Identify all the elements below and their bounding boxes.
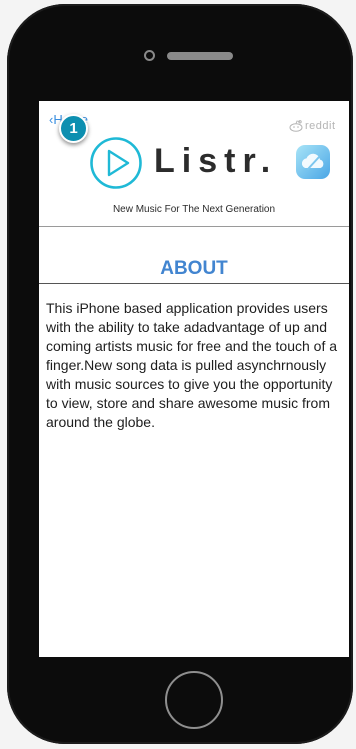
front-camera bbox=[144, 50, 155, 61]
about-title: ABOUT bbox=[160, 258, 228, 279]
home-button[interactable] bbox=[165, 671, 223, 729]
reddit-alien-icon bbox=[289, 120, 303, 132]
cloud-app-icon bbox=[296, 145, 330, 179]
tagline: New Music For The Next Generation bbox=[112, 204, 276, 215]
about-title-underline bbox=[39, 283, 349, 284]
reddit-link[interactable]: reddit bbox=[289, 120, 336, 132]
reddit-label: reddit bbox=[305, 120, 336, 132]
header-divider bbox=[39, 226, 349, 227]
app-screen: ‹Home 1 reddit Listr. bbox=[39, 101, 349, 657]
notification-badge[interactable]: 1 bbox=[59, 114, 88, 143]
phone-frame: ‹Home 1 reddit Listr. bbox=[7, 4, 353, 744]
about-body-text: This iPhone based application provides u… bbox=[46, 300, 338, 430]
play-circle-icon[interactable] bbox=[89, 136, 143, 190]
brand-name: Listr. bbox=[154, 142, 278, 180]
earpiece-speaker bbox=[167, 52, 233, 60]
